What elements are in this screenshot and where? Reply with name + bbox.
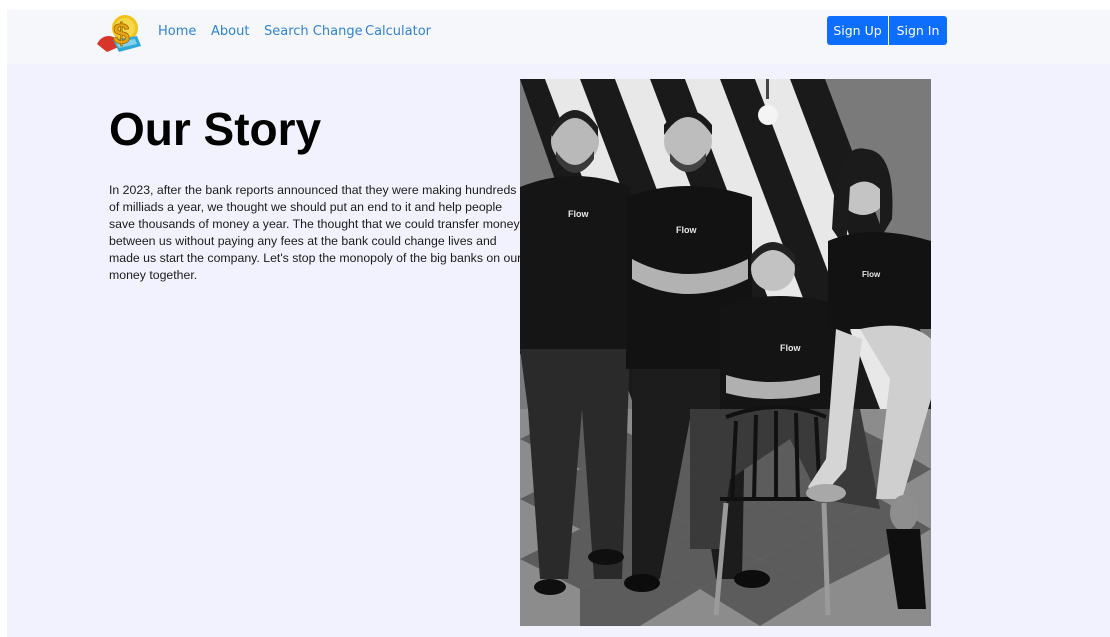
page-frame: $ Home About Search Change Calculator Si… (7, 10, 1110, 637)
team-photo: Flow Flow Flow Flow (520, 79, 931, 626)
nav-calculator-link[interactable]: Calculator (365, 24, 431, 39)
shirt-logo-text: Flow (676, 225, 697, 235)
svg-text:$: $ (113, 18, 130, 51)
shirt-logo-text: Flow (780, 343, 801, 353)
navbar: $ Home About Search Change Calculator Si… (7, 10, 1110, 64)
sign-in-button[interactable]: Sign In (888, 16, 947, 45)
dollar-logo-icon[interactable]: $ (93, 10, 145, 58)
shirt-logo-text: Flow (568, 209, 589, 219)
nav-about-link[interactable]: About (211, 24, 249, 39)
nav-search-change-link[interactable]: Search Change (264, 24, 363, 39)
story-paragraph: In 2023, after the bank reports announce… (109, 183, 522, 282)
sign-up-button[interactable]: Sign Up (827, 16, 888, 45)
nav-home-link[interactable]: Home (158, 24, 196, 39)
page-title: Our Story (109, 103, 322, 155)
shirt-logo-text: Flow (862, 270, 881, 279)
